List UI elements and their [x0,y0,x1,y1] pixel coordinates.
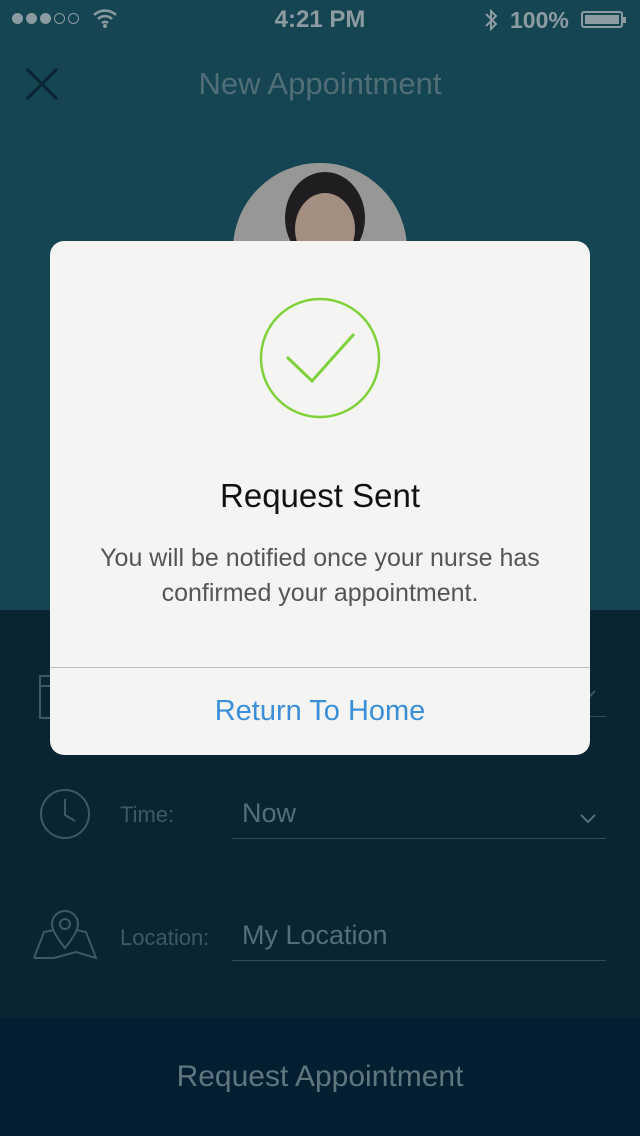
request-sent-alert: Request Sent You will be notified once y… [50,241,590,755]
checkmark-icon [259,297,381,419]
return-home-button[interactable]: Return To Home [50,668,590,755]
alert-title: Request Sent [220,477,420,514]
alert-message: You will be notified once your nurse has… [100,544,540,607]
